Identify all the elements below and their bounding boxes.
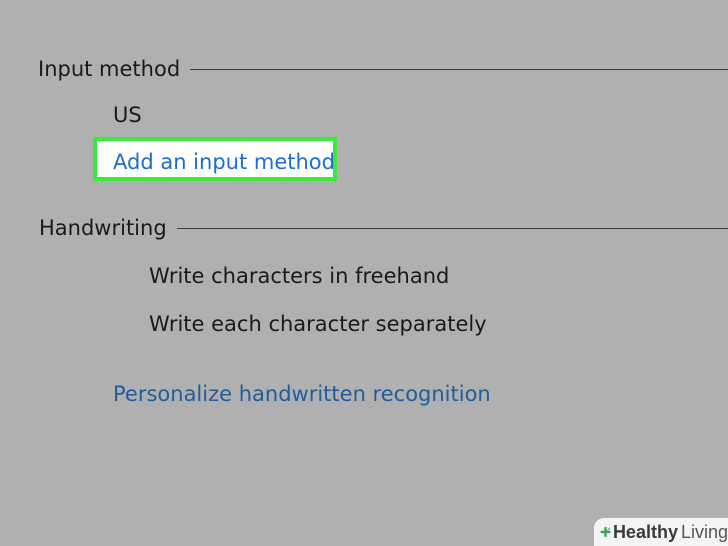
section-header-handwriting: Handwriting <box>39 213 728 243</box>
section-divider <box>190 68 728 70</box>
add-input-method-link[interactable]: Add an input method <box>113 147 335 177</box>
plus-leaf-icon <box>600 527 611 537</box>
handwriting-option-separate[interactable]: Write each character separately <box>149 309 487 339</box>
watermark-brand-light: Living <box>680 521 728 542</box>
handwriting-option-freehand[interactable]: Write characters in freehand <box>149 261 449 291</box>
section-title-handwriting: Handwriting <box>39 216 167 240</box>
watermark: Healthy Living <box>594 518 728 546</box>
section-divider <box>176 227 728 229</box>
section-title-input-method: Input method <box>38 57 181 81</box>
watermark-brand-bold: Healthy <box>612 521 678 542</box>
input-method-item-us[interactable]: US <box>113 100 142 130</box>
personalize-handwriting-link[interactable]: Personalize handwritten recognition <box>113 379 491 409</box>
section-header-input-method: Input method <box>38 54 728 84</box>
